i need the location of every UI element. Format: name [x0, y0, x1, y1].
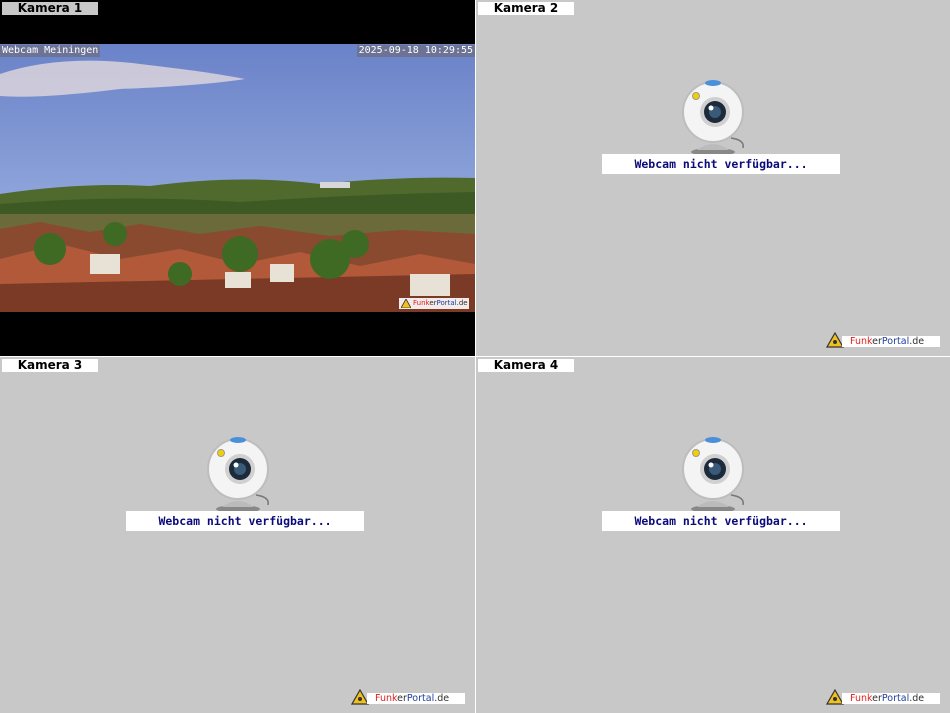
camera-3-label: Kamera 3	[2, 359, 98, 372]
camera-2-panel[interactable]: Kamera 2 Webcam nicht verfügbar... Funke…	[476, 0, 950, 356]
camera-3-offline-message: Webcam nicht verfügbar...	[126, 511, 364, 531]
camera-4-label: Kamera 4	[478, 359, 574, 372]
camera-3-panel[interactable]: Kamera 3 Webcam nicht verfügbar... Funke…	[0, 357, 475, 713]
camera-4-offline-message: Webcam nicht verfügbar...	[602, 511, 840, 531]
camera-1-label: Kamera 1	[2, 2, 98, 15]
camera-1-live-image[interactable]	[0, 44, 475, 312]
camera-grid: Kamera 1 Webcam Meiningen 2025-09-18 10:…	[0, 0, 950, 713]
camera-2-label: Kamera 2	[478, 2, 574, 15]
camera-3-watermark: FunkerPortal.de	[350, 688, 467, 707]
webcam-icon	[682, 80, 744, 156]
camera-2-watermark: FunkerPortal.de	[825, 331, 942, 350]
camera-1-watermark: FunkerPortal.de	[399, 298, 469, 309]
camera-4-panel[interactable]: Kamera 4 Webcam nicht verfügbar... Funke…	[476, 357, 950, 713]
camera-1-overlay-name: Webcam Meiningen	[0, 45, 101, 57]
webcam-icon	[206, 437, 269, 513]
camera-1-overlay-timestamp: 2025-09-18 10:29:55	[356, 45, 475, 57]
camera-2-offline-message: Webcam nicht verfügbar...	[602, 154, 840, 174]
camera-4-watermark: FunkerPortal.de	[825, 688, 942, 707]
webcam-icon	[682, 437, 744, 513]
camera-1-panel[interactable]: Kamera 1 Webcam Meiningen 2025-09-18 10:…	[0, 0, 475, 356]
funkerportal-logo-icon	[401, 299, 411, 308]
